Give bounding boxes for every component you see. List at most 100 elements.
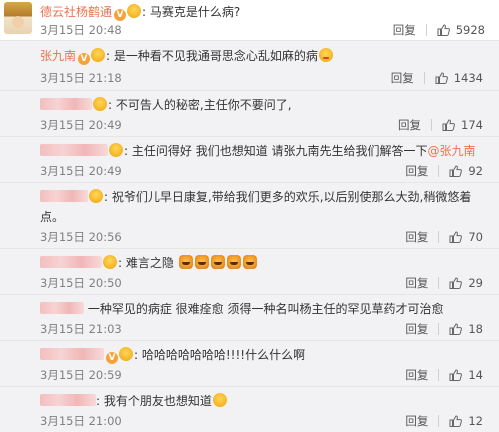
blush-emoji-icon [318, 48, 333, 62]
comment-text: 不可告人的秘密,主任你不要问了, [115, 98, 292, 112]
reply-button[interactable]: 回复 [383, 22, 426, 38]
like-count: 1434 [453, 71, 483, 85]
emoji-icon [127, 4, 142, 18]
like-button[interactable]: 12 [439, 414, 493, 428]
avatar[interactable] [4, 2, 32, 34]
reply-button[interactable]: 回复 [395, 163, 438, 179]
like-count: 18 [468, 322, 483, 336]
thumbs-up-icon [449, 323, 463, 335]
blurred-username [40, 394, 96, 406]
like-count: 29 [468, 276, 483, 290]
reply-button[interactable]: 回复 [395, 367, 438, 383]
blurred-username [40, 98, 92, 110]
emoji-icon [109, 143, 123, 157]
comment-meta: 3月15日 20:50 回复 29 [40, 275, 493, 291]
like-button[interactable]: 29 [439, 276, 493, 290]
comment-line: : 不可告人的秘密,主任你不要问了, [40, 95, 491, 115]
like-count: 14 [468, 368, 483, 382]
blurred-username [40, 302, 84, 314]
comment-actions: 回复 18 [395, 321, 493, 337]
username[interactable]: 张九南 [40, 49, 76, 63]
emoji-icon [91, 48, 106, 62]
emoji-icon [119, 347, 133, 361]
tiger-emoji-icon [226, 255, 241, 269]
comment-actions: 回复 5928 [383, 22, 495, 38]
comment-meta: 3月15日 20:56 回复 70 [40, 229, 493, 245]
like-button[interactable]: 14 [439, 368, 493, 382]
blurred-username [40, 144, 108, 156]
thumbs-up-icon [449, 165, 463, 177]
comment-line: V: 哈哈哈哈哈哈哈!!!!什么什么啊 [40, 345, 491, 365]
comment-meta: 3月15日 21:00 回复 12 [40, 413, 493, 429]
verified-v-icon: V [106, 352, 118, 364]
comment-meta: 3月15日 20:49 回复 174 [40, 117, 493, 133]
username[interactable]: 德云社杨鹤通 [40, 5, 112, 19]
like-count: 92 [468, 164, 483, 178]
comment-line: : 我有个朋友也想知道 [40, 391, 491, 411]
timestamp: 3月15日 20:50 [40, 276, 122, 290]
thumbs-up-icon [442, 119, 455, 131]
like-count: 5928 [455, 23, 485, 37]
comment-actions: 回复 174 [388, 117, 493, 133]
comment-meta: 3月15日 21:18 回复 1434 [40, 70, 493, 86]
reply-item: 一种罕见的病症 很难痊愈 须得一种名叫杨主任的罕见草药才可治愈 3月15日 21… [0, 294, 499, 340]
reply-button[interactable]: 回复 [395, 413, 438, 429]
timestamp: 3月15日 21:00 [40, 414, 122, 428]
thumbs-up-icon [437, 24, 450, 36]
like-button[interactable]: 18 [439, 322, 493, 336]
comment-line: : 难言之隐 [40, 253, 491, 273]
comment-actions: 回复 12 [395, 413, 493, 429]
timestamp: 3月15日 20:56 [40, 230, 122, 244]
comment-line: 张九南 V: 是一种看不见我通哥思念心乱如麻的病 [40, 46, 491, 66]
comment-line: 德云社杨鹤通 V: 马赛克是什么病? [40, 4, 241, 21]
blurred-username [40, 348, 104, 360]
comment-line: : 祝爷们儿早日康复,带给我们更多的欢乐,以后别使那么大劲,稍微悠着点。 [40, 189, 472, 224]
comment-meta: 3月15日 20:49 回复 92 [40, 163, 493, 179]
comment-meta: 3月15日 21:03 回复 18 [40, 321, 493, 337]
comment-actions: 回复 14 [395, 367, 493, 383]
reply-button[interactable]: 回复 [395, 321, 438, 337]
like-button[interactable]: 70 [439, 230, 493, 244]
comment-actions: 回复 1434 [381, 70, 493, 86]
emoji-icon [103, 255, 117, 269]
reply-button[interactable]: 回复 [388, 117, 431, 133]
tiger-emoji-icon [242, 255, 257, 269]
like-button[interactable]: 92 [439, 164, 493, 178]
emoji-icon [89, 189, 103, 203]
like-button[interactable]: 1434 [425, 71, 493, 85]
comment-text: 难言之隐 [125, 256, 174, 270]
comment-meta: 3月15日 20:48 回复 5928 [40, 22, 495, 38]
comment-text: 是一种看不见我通哥思念心乱如麻的病 [113, 49, 318, 63]
reply-item: : 祝爷们儿早日康复,带给我们更多的欢乐,以后别使那么大劲,稍微悠着点。 3月1… [0, 182, 499, 248]
timestamp: 3月15日 21:03 [40, 322, 122, 336]
comment-line: 一种罕见的病症 很难痊愈 须得一种名叫杨主任的罕见草药才可治愈 [40, 299, 491, 319]
timestamp: 3月15日 20:48 [40, 23, 122, 37]
comment-actions: 回复 70 [395, 229, 493, 245]
top-comment: 德云社杨鹤通 V: 马赛克是什么病? 3月15日 20:48 回复 5928 [0, 0, 499, 40]
reply-button[interactable]: 回复 [381, 70, 424, 86]
like-count: 70 [468, 230, 483, 244]
like-button[interactable]: 5928 [427, 23, 495, 37]
like-count: 12 [468, 414, 483, 428]
comment-text: 一种罕见的病症 很难痊愈 须得一种名叫杨主任的罕见草药才可治愈 [87, 302, 444, 316]
timestamp: 3月15日 21:18 [40, 71, 122, 85]
timestamp: 3月15日 20:49 [40, 118, 122, 132]
blurred-username [40, 190, 88, 202]
like-button[interactable]: 174 [432, 118, 493, 132]
reply-item: : 我有个朋友也想知道 3月15日 21:00 回复 12 [0, 386, 499, 432]
comment-text: 我有个朋友也想知道 [103, 394, 212, 408]
reply-button[interactable]: 回复 [395, 229, 438, 245]
mention-link[interactable]: @张九南 [428, 144, 476, 158]
emoji-icon [93, 97, 107, 111]
comment-actions: 回复 29 [395, 275, 493, 291]
tiger-emoji-icon [194, 255, 209, 269]
thumbs-up-icon [449, 231, 463, 243]
tiger-emoji-icon [210, 255, 225, 269]
timestamp: 3月15日 20:49 [40, 164, 122, 178]
comment-text: 马赛克是什么病? [149, 5, 241, 19]
reply-item: 张九南 V: 是一种看不见我通哥思念心乱如麻的病 3月15日 21:18 回复 1… [0, 40, 499, 90]
thumbs-up-icon [449, 369, 463, 381]
reply-item: : 难言之隐 3月15日 20:50 回复 29 [0, 248, 499, 294]
tiger-emoji-icon [178, 255, 193, 269]
reply-button[interactable]: 回复 [395, 275, 438, 291]
